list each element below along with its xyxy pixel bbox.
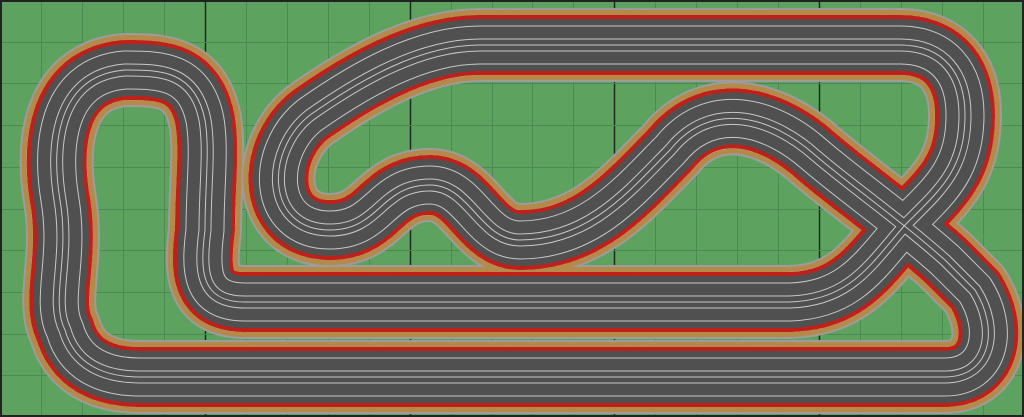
track-layout-diagram xyxy=(0,0,1024,417)
